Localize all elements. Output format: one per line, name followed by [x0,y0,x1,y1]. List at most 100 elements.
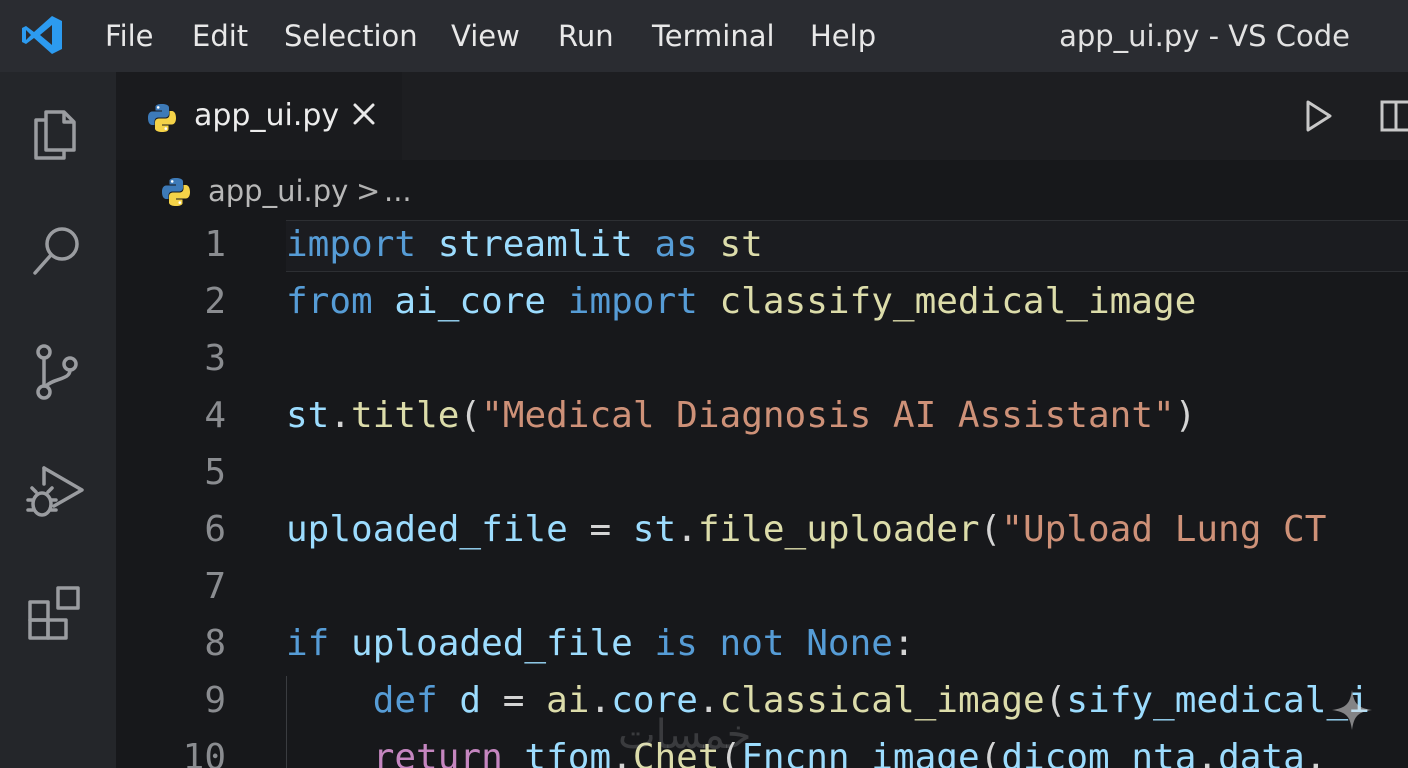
code-token: def [372,680,438,721]
code-line[interactable]: 6 uploaded_file = st.file_uploader("Uploa… [116,505,1408,562]
line-number: 5 [204,452,226,493]
code-token: . [1196,737,1219,768]
code-token: = [567,509,633,550]
code-line[interactable]: 3 [116,334,1408,391]
breadcrumb-file[interactable]: app_ui.py [208,173,348,209]
menu-file[interactable]: File [105,18,154,54]
code-token: st [286,395,330,436]
code-token: data [1218,737,1305,768]
code-text: def d = ai.core.classical_image(sify_med… [286,676,1370,726]
line-number: 9 [204,680,226,721]
code-line[interactable]: 9 def d = ai.core.classical_image(sify_m… [116,676,1408,733]
code-line[interactable]: 5 [116,448,1408,505]
code-token: import [286,224,417,265]
code-token: Fncnn image [741,737,980,768]
code-token: as [654,224,698,265]
line-number: 6 [204,509,226,550]
code-token: import [567,281,698,322]
menu-view[interactable]: View [451,18,520,54]
code-token: . [676,509,698,550]
code-token: ai [546,680,590,721]
split-editor-icon[interactable] [1378,98,1408,134]
breadcrumb-separator: > [356,174,381,208]
code-token: title [351,395,460,436]
python-icon [162,178,190,206]
code-text: if uploaded_file is not None: [286,619,915,669]
menu-selection[interactable]: Selection [284,18,418,54]
menu-help[interactable]: Help [810,18,876,54]
line-number: 3 [204,338,226,379]
watermark: خمسات [618,712,752,758]
menu-terminal[interactable]: Terminal [652,18,775,54]
files-icon[interactable] [24,100,88,164]
title-bar: File Edit Selection View Run Terminal He… [0,0,1408,72]
line-number: 2 [204,281,226,322]
code-token: uploaded_file [286,509,568,550]
search-icon[interactable] [24,220,88,284]
menu-edit[interactable]: Edit [192,18,248,54]
code-token: return [372,737,503,768]
extensions-icon[interactable] [24,580,88,644]
code-token: ( [979,737,1002,768]
code-line[interactable]: 4 st.title("Medical Diagnosis AI Assistan… [116,391,1408,448]
tab-label: app_ui.py [194,98,340,133]
code-line[interactable]: 8 if uploaded_file is not None: [116,619,1408,676]
sparkle-icon [1332,690,1372,730]
vscode-logo-icon [22,16,62,54]
breadcrumb: app_ui.py > ... [116,160,1408,220]
line-number: 1 [204,224,226,265]
code-token: ( [459,395,482,436]
code-token: d [437,680,503,721]
code-token: . [589,680,612,721]
line-number: 10 [182,737,226,768]
line-number: 8 [204,623,226,664]
code-token: from [286,281,373,322]
tab-app-ui-py[interactable]: app_ui.py [116,72,402,160]
line-number: 7 [204,566,226,607]
code-line[interactable]: 7 [116,562,1408,619]
code-token: dicom nta [1001,737,1197,768]
code-token: "Upload Lung CT [1001,509,1327,550]
code-text: from ai_core import classify_medical_ima… [286,277,1196,327]
run-icon[interactable] [1300,98,1336,134]
code-text: return tfom.Chet(Fncnn image(dicom nta.d… [286,733,1348,768]
code-token: ( [1044,680,1067,721]
code-token: if [286,623,330,664]
code-token: None [806,623,893,664]
code-token: ( [979,509,1002,550]
code-token: ai_core [372,281,568,322]
code-token: sify_medical_i [1066,680,1370,721]
code-token: ) [1174,395,1197,436]
code-text: import streamlit as st [286,220,763,270]
code-token: not [719,623,785,664]
code-token: is [654,623,698,664]
tab-bar: app_ui.py [116,72,1408,160]
code-token: file_uploader [697,509,980,550]
code-editor[interactable]: 1 import streamlit as st 2 from ai_core imp… [116,220,1408,768]
breadcrumb-symbols[interactable]: ... [384,173,412,209]
code-token: = [502,680,547,721]
code-token: st [697,224,763,265]
window-title: app_ui.py - VS Code [1059,19,1350,53]
menu-run[interactable]: Run [558,18,614,54]
code-token: classify_medical_image [697,281,1197,322]
activity-bar [0,72,116,768]
code-token: , [1304,737,1349,768]
code-token: : [892,623,915,664]
code-line[interactable]: 1 import streamlit as st [116,220,1408,277]
python-icon [148,104,176,132]
code-token: uploaded_file [329,623,655,664]
close-icon[interactable] [350,100,378,128]
code-token: . [329,395,352,436]
code-token: classical_image [719,680,1045,721]
code-token: streamlit [416,224,655,265]
run-debug-icon[interactable] [24,460,88,524]
code-line[interactable]: 2 from ai_core import classify_medical_im… [116,277,1408,334]
source-control-icon[interactable] [24,340,88,404]
code-token: tfom [502,737,612,768]
code-line[interactable]: 10 return tfom.Chet(Fncnn image(dicom nt… [116,733,1408,768]
